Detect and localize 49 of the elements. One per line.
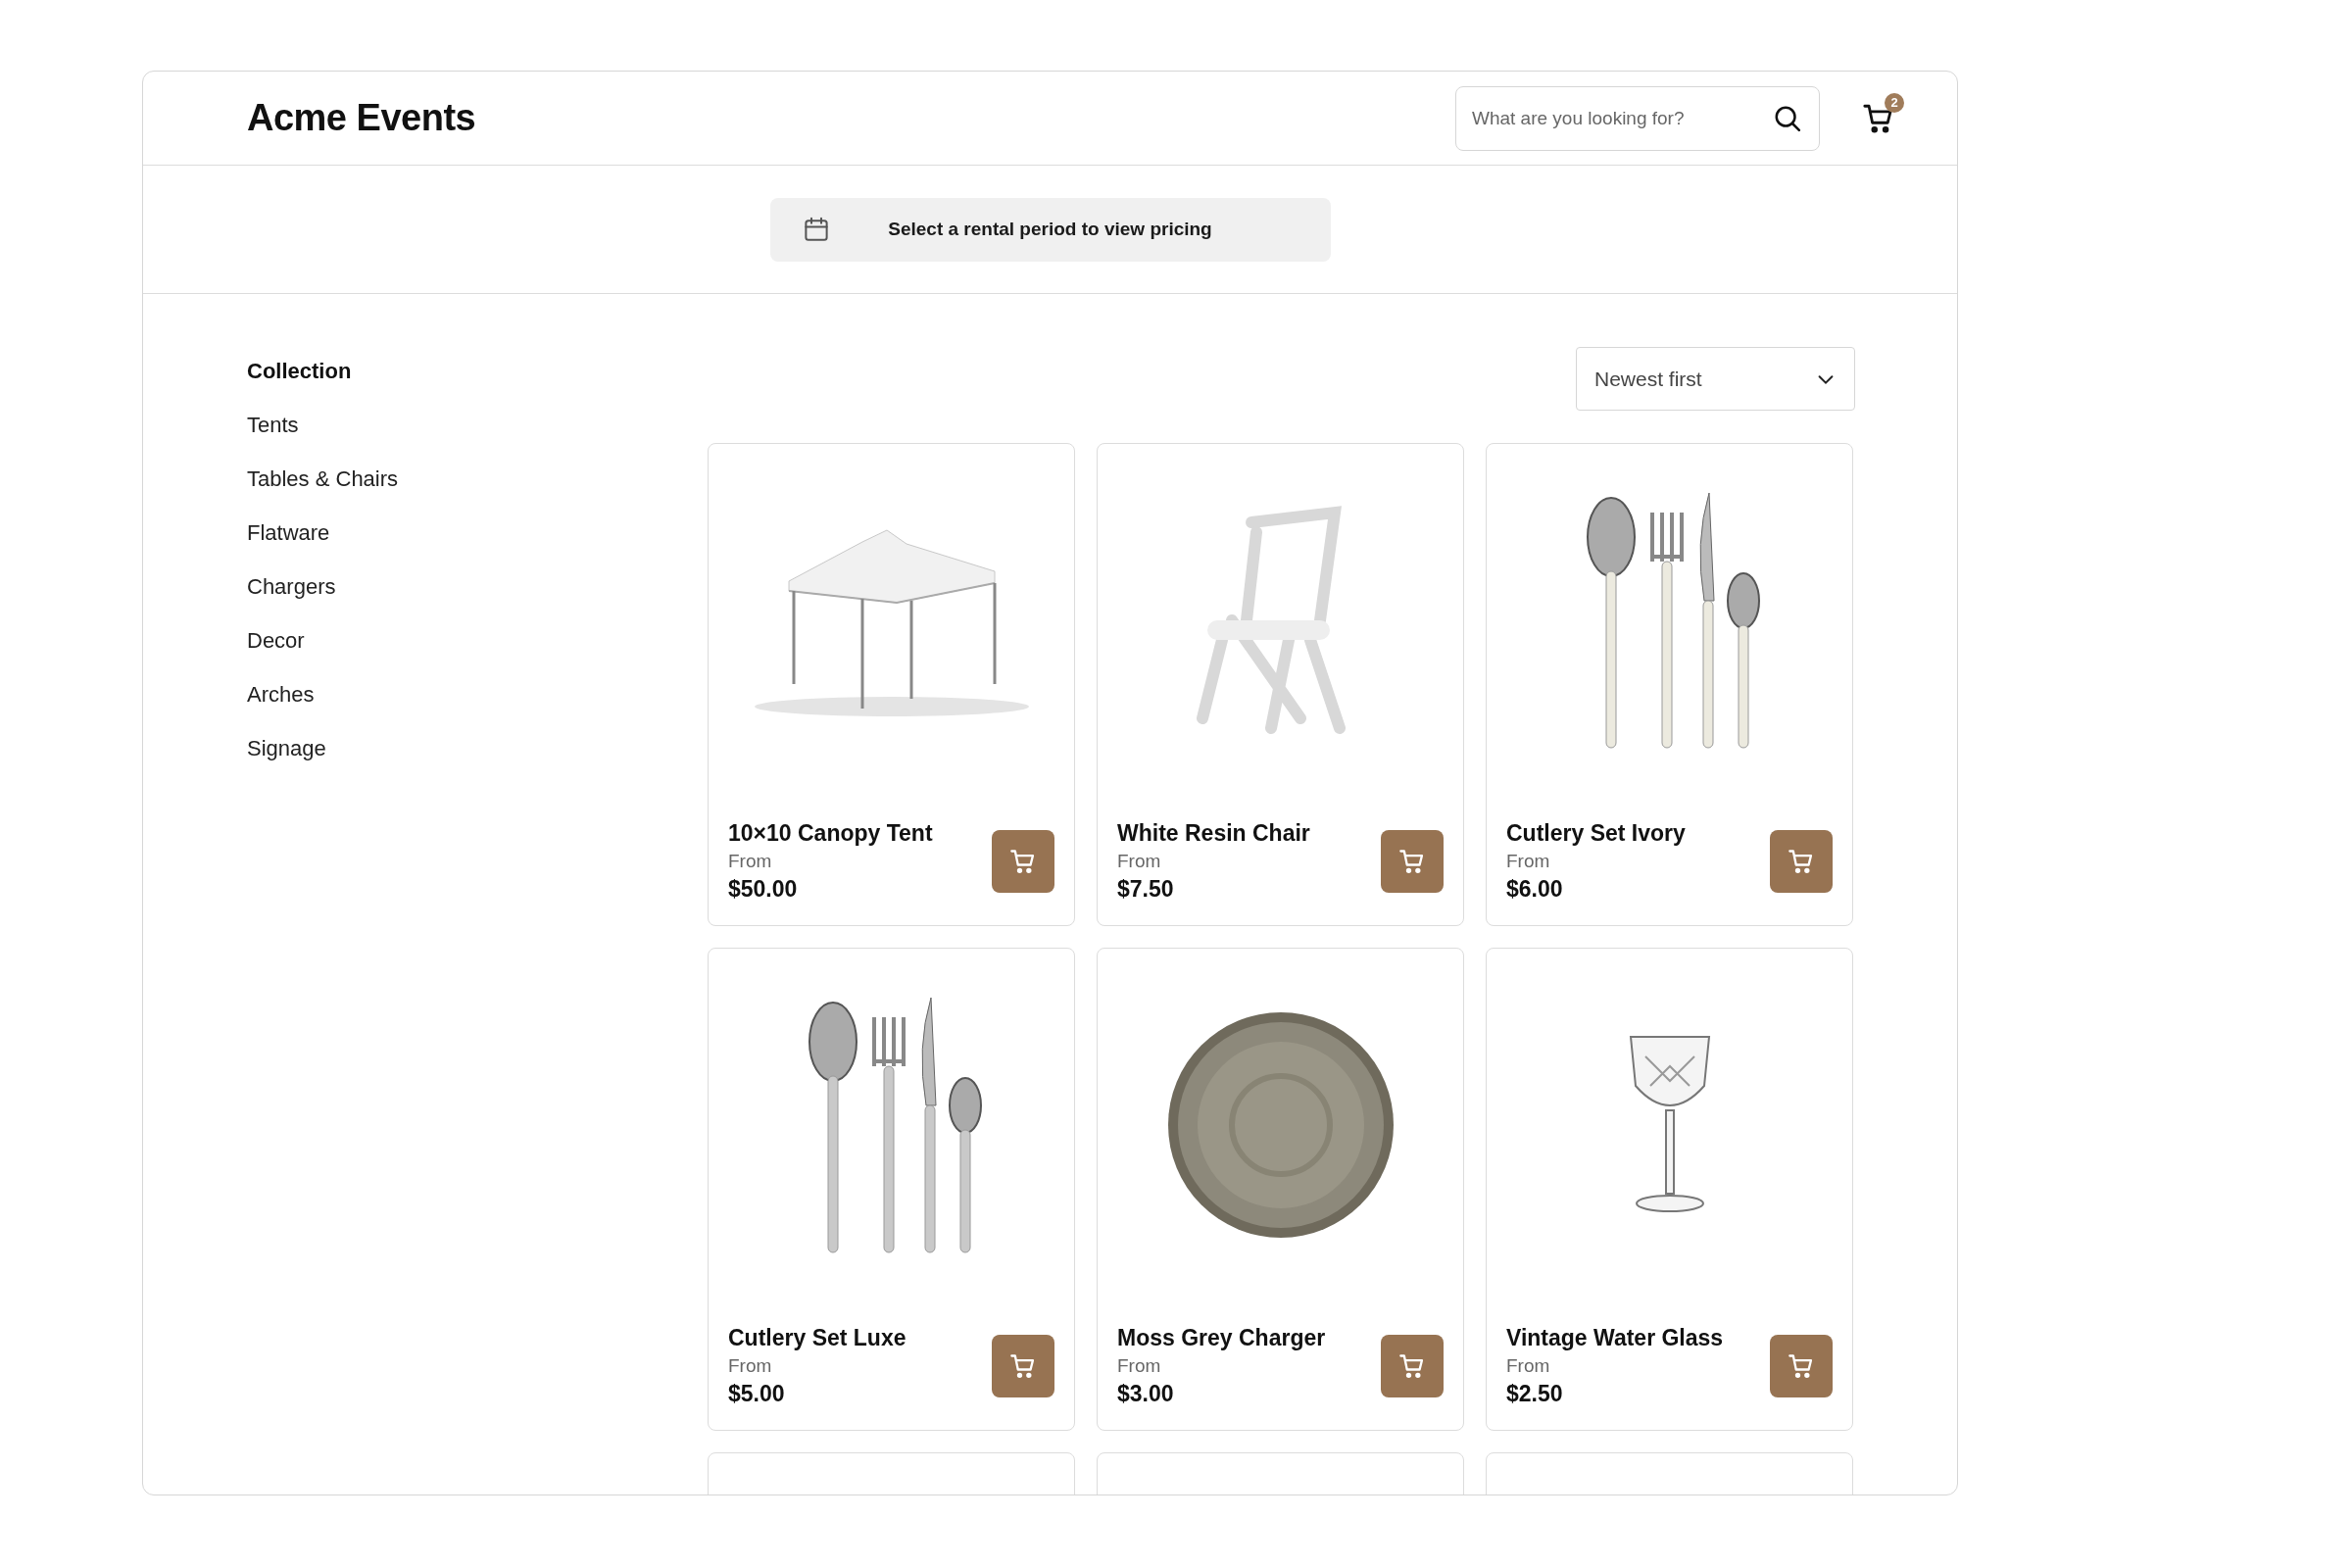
add-to-cart-button[interactable]	[992, 1334, 1054, 1397]
add-to-cart-button[interactable]	[1770, 829, 1833, 893]
add-to-cart-button[interactable]	[1770, 1334, 1833, 1397]
add-to-cart-button[interactable]	[992, 829, 1054, 893]
cart-count-badge: 2	[1885, 92, 1904, 113]
from-label: From	[1117, 1354, 1162, 1377]
rental-period-button[interactable]: Select a rental period to view pricing	[769, 197, 1331, 262]
search-field[interactable]: What are you looking for?	[1455, 85, 1820, 151]
from-label: From	[728, 850, 773, 872]
from-label: From	[1506, 850, 1551, 872]
product-card[interactable]: Cutlery Set Ivory From $6.00	[1486, 443, 1853, 926]
product-price: $6.00	[1506, 875, 1564, 903]
product-card[interactable]: Moss Grey Charger From $3.00	[1097, 948, 1464, 1431]
product-card[interactable]: White Resin Chair From $7.50	[1097, 443, 1464, 926]
product-name[interactable]: Moss Grey Charger	[1117, 1324, 1381, 1351]
cart-icon	[1788, 847, 1815, 875]
cart-icon	[1788, 1351, 1815, 1380]
brand-title: Acme Events	[247, 97, 477, 139]
category-link[interactable]: Signage	[247, 736, 326, 761]
cart-icon	[1009, 1351, 1037, 1380]
cart-icon	[1009, 847, 1037, 875]
category-link[interactable]: Flatware	[247, 520, 330, 546]
cart-icon	[1398, 847, 1426, 875]
category-link[interactable]: Tents	[247, 413, 299, 438]
category-link[interactable]: Decor	[247, 628, 305, 654]
product-price: $2.50	[1506, 1380, 1564, 1407]
product-name[interactable]: Cutlery Set Ivory	[1506, 819, 1770, 847]
from-label: From	[1506, 1354, 1551, 1377]
category-link[interactable]: Chargers	[247, 574, 336, 600]
from-label: From	[1117, 850, 1162, 872]
product-card[interactable]: Vintage Water Glass From $2.50	[1486, 948, 1853, 1431]
product-card[interactable]: 10×10 Canopy Tent From $50.00	[708, 443, 1075, 926]
cart-icon	[1398, 1351, 1426, 1380]
product-name[interactable]: 10×10 Canopy Tent	[728, 819, 992, 847]
product-name[interactable]: Cutlery Set Luxe	[728, 1324, 992, 1351]
product-price: $7.50	[1117, 875, 1175, 903]
category-link[interactable]: Arches	[247, 682, 315, 708]
product-price: $50.00	[728, 875, 799, 903]
add-to-cart-button[interactable]	[1381, 1334, 1444, 1397]
product-card[interactable]: Cutlery Set Luxe From $5.00	[708, 948, 1075, 1431]
add-to-cart-button[interactable]	[1381, 829, 1444, 893]
product-name[interactable]: White Resin Chair	[1117, 819, 1381, 847]
from-label: From	[728, 1354, 773, 1377]
sidebar-heading: Collection	[247, 359, 353, 384]
product-name[interactable]: Vintage Water Glass	[1506, 1324, 1770, 1351]
product-price: $5.00	[728, 1380, 786, 1407]
product-price: $3.00	[1117, 1380, 1175, 1407]
sort-dropdown[interactable]: Newest first	[1576, 347, 1855, 411]
category-link[interactable]: Tables & Chairs	[247, 466, 399, 492]
